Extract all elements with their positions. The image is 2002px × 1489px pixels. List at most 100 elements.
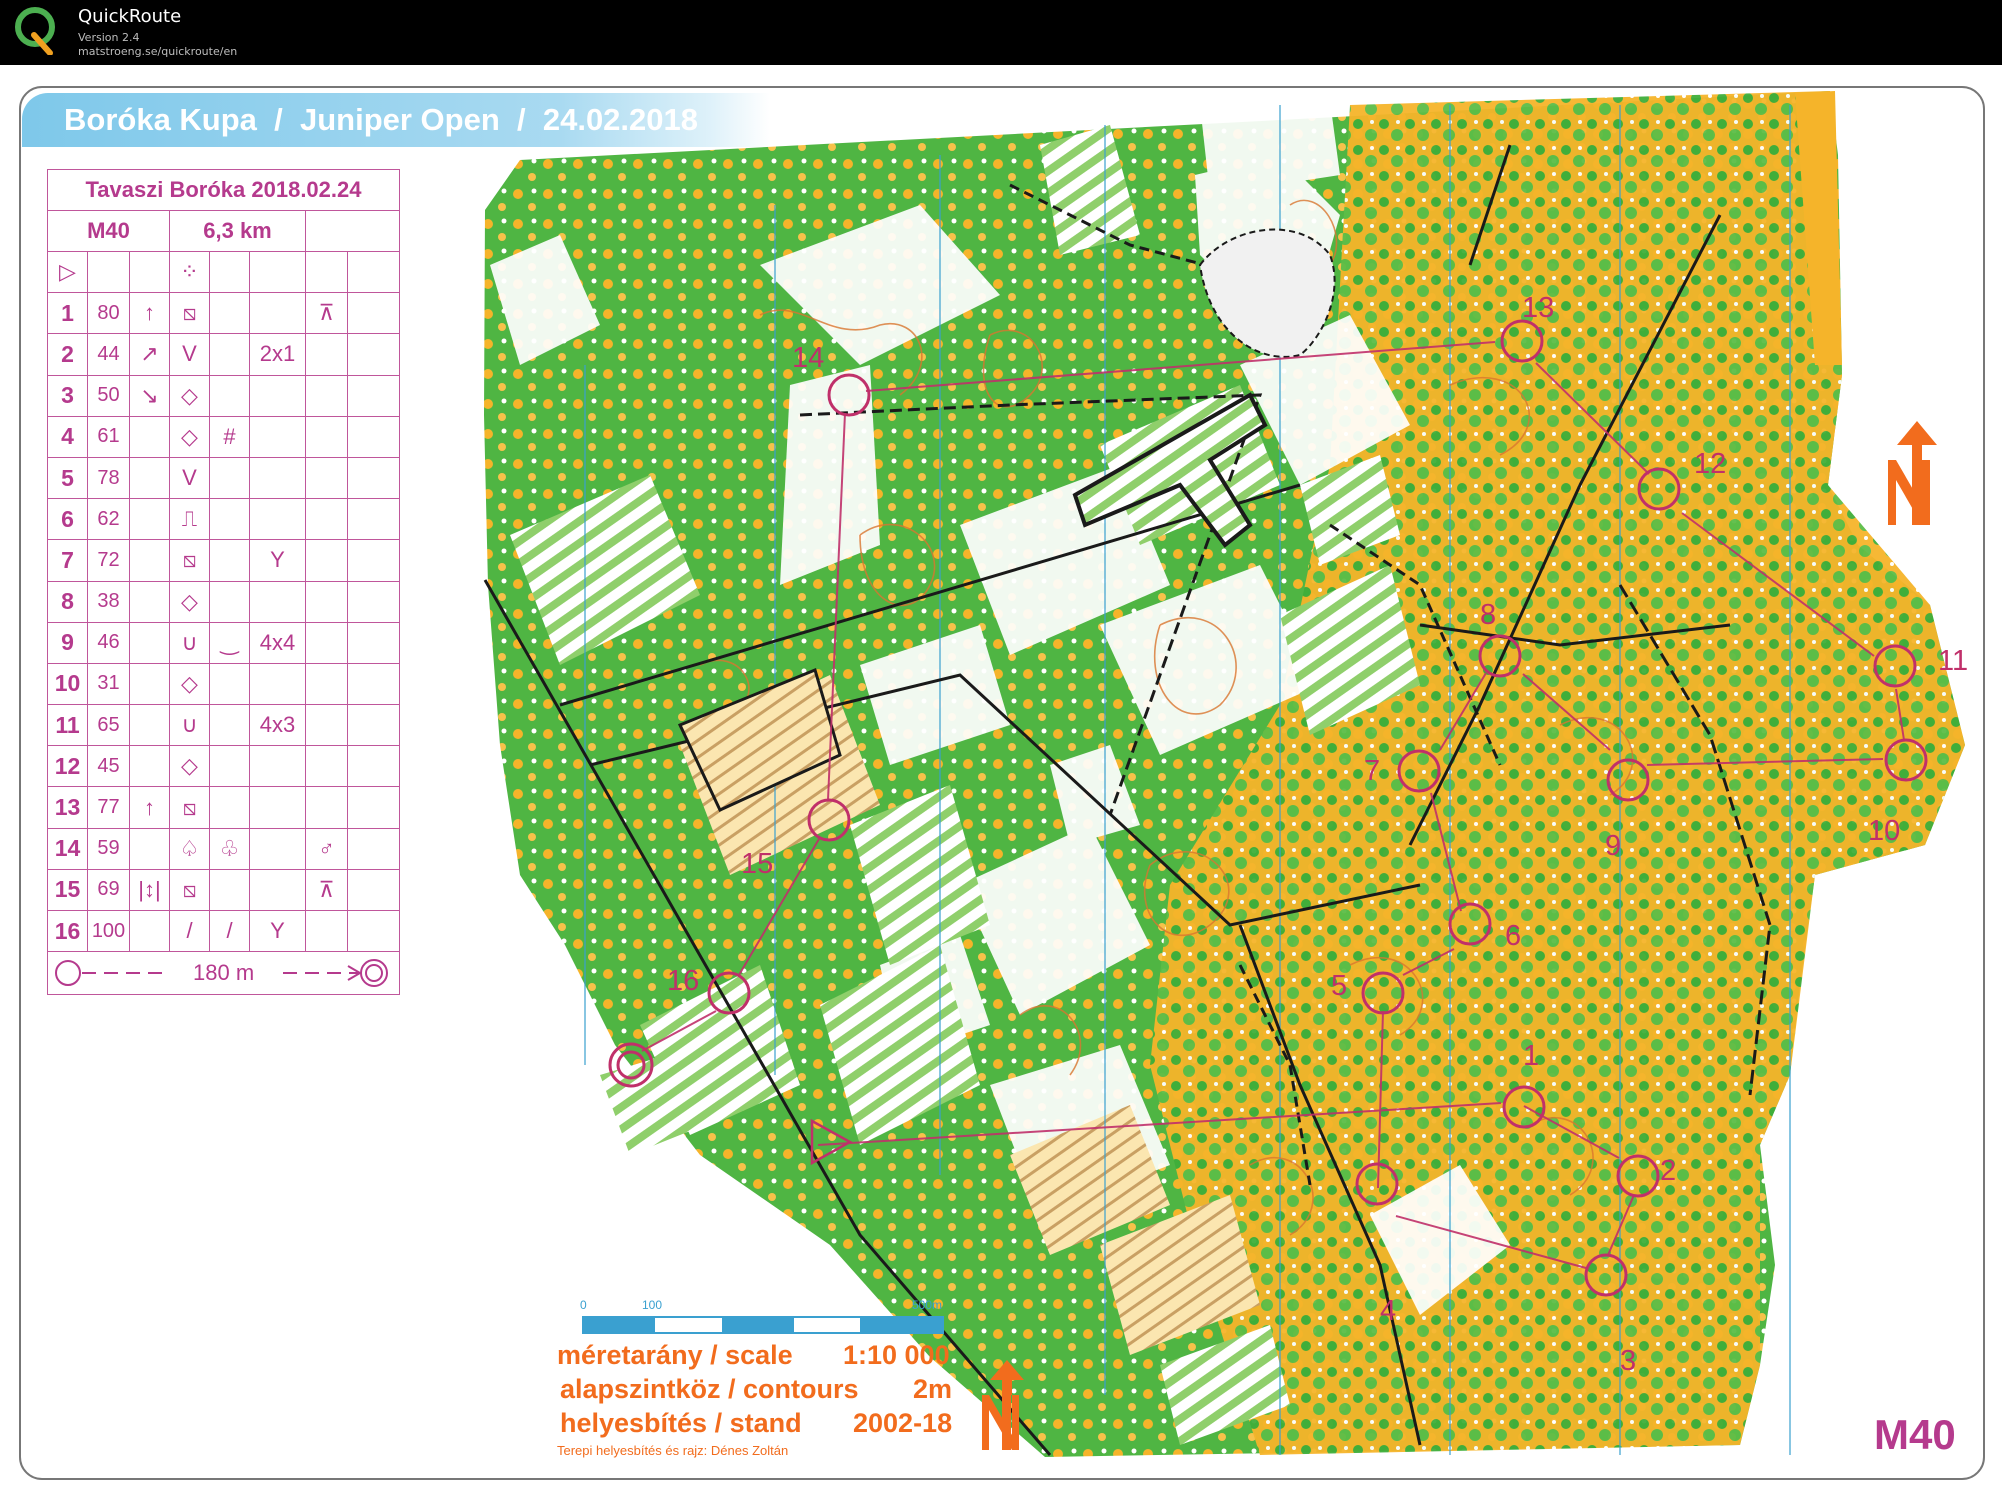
cd-control-row: 4 61 ◇ # <box>47 415 400 458</box>
cd-control-number: 8 <box>47 580 88 623</box>
cd-symbol-cell <box>129 745 170 788</box>
cd-symbol-cell <box>129 580 170 623</box>
cd-symbol-cell <box>209 745 250 788</box>
cd-control-rows: 1 80 ↑ ⧅ ⊼ 2 44 ↗ V 2x1 3 50 ↘ ◇ 4 61 ◇ #5 78 V 6 62 ⎍ 7 72 ⧅ Y 8 38… <box>47 292 400 953</box>
cd-symbol-cell <box>347 333 400 376</box>
cd-symbol-cell <box>209 704 250 747</box>
cd-control-number: 7 <box>47 539 88 582</box>
control-9-label: 9 <box>1605 830 1622 862</box>
cd-symbol-cell <box>347 868 400 912</box>
cd-symbol-cell <box>129 498 170 541</box>
cd-control-row: 1 80 ↑ ⧅ ⊼ <box>47 292 400 335</box>
cd-symbol-cell <box>209 333 250 376</box>
cd-symbol-cell <box>347 374 400 417</box>
cd-symbol-cell: ↑ <box>129 292 170 335</box>
app-title-bar: QuickRoute Version 2.4 matstroeng.se/qui… <box>0 0 2002 65</box>
control-16-label: 16 <box>667 965 700 997</box>
start-triangle-icon: ▷ <box>47 250 88 294</box>
cd-symbol-cell <box>129 539 170 582</box>
cd-symbol-cell <box>209 292 250 335</box>
control-5-label: 5 <box>1331 970 1348 1002</box>
cd-symbol-cell <box>347 745 400 788</box>
cd-symbol-cell: ⎍ <box>169 498 210 541</box>
cd-control-number: 15 <box>47 868 88 912</box>
legend-contours-value: 2m <box>913 1374 953 1404</box>
cd-symbol-cell: Y <box>249 539 306 582</box>
event-banner-title: Boróka Kupa / Juniper Open / 24.02.2018 <box>64 102 699 137</box>
cd-symbol-cell: Y <box>249 909 306 953</box>
cd-symbol-cell <box>347 621 400 664</box>
cd-control-row: 9 46 ∪ ‿ 4x4 <box>47 621 400 664</box>
cd-course-row: M40 6,3 km <box>47 210 400 252</box>
cd-symbol-cell: ⧅ <box>169 292 210 335</box>
scale-tick-500m: 500m <box>912 1298 942 1312</box>
map-sheet[interactable]: 0 100 500m Boróka Kupa / Juniper Open / … <box>0 65 2002 1489</box>
cd-symbol-cell <box>209 786 250 829</box>
cd-symbol-cell: ◇ <box>169 374 210 417</box>
cd-control-code: 72 <box>87 539 130 582</box>
control-11-label: 11 <box>1938 645 1969 677</box>
cd-symbol-cell <box>249 786 306 829</box>
cd-symbol-cell <box>129 621 170 664</box>
cd-symbol-cell: # <box>209 415 250 458</box>
cd-control-number: 9 <box>47 621 88 664</box>
control-2-label: 2 <box>1660 1155 1677 1187</box>
control-15-label: 15 <box>741 848 774 880</box>
cd-symbol-cell <box>209 580 250 623</box>
legend-mapper-credit: Terepi helyesbítés és rajz: Dénes Zoltán <box>557 1443 789 1458</box>
cd-symbol-cell <box>347 498 400 541</box>
cd-control-number: 11 <box>47 704 88 747</box>
control-6-label: 6 <box>1505 920 1522 952</box>
cd-symbol-cell <box>305 662 348 706</box>
legend-stand-label: helyesbítés / stand <box>560 1408 802 1438</box>
cd-symbol-cell <box>249 498 306 541</box>
cd-control-number: 1 <box>47 292 88 335</box>
cd-symbol-cell: ◇ <box>169 580 210 623</box>
cd-control-row: 8 38 ◇ <box>47 580 400 623</box>
scale-tick-100: 100 <box>642 1298 662 1312</box>
cd-symbol-cell <box>209 539 250 582</box>
control-7-label: 7 <box>1364 755 1381 787</box>
cd-symbol-cell <box>129 415 170 458</box>
control-10-label: 10 <box>1868 815 1901 847</box>
cd-control-row: 16 100// Y <box>47 909 400 953</box>
cd-symbol-cell <box>209 868 250 912</box>
cd-control-code: 38 <box>87 580 130 623</box>
cd-control-row: 11 65 ∪ 4x3 <box>47 704 400 747</box>
cd-symbol-cell <box>209 662 250 706</box>
cd-symbol-cell <box>347 580 400 623</box>
cd-control-row: 7 72 ⧅ Y <box>47 539 400 582</box>
start-feature-icon: ⁘ <box>169 250 210 294</box>
cd-symbol-cell <box>305 498 348 541</box>
event-banner: Boróka Kupa / Juniper Open / 24.02.2018 <box>22 93 770 147</box>
cd-symbol-cell <box>305 415 348 458</box>
cd-symbol-cell <box>249 374 306 417</box>
cd-symbol-cell: ⧅ <box>169 539 210 582</box>
cd-event-row: Tavaszi Boróka 2018.02.24 <box>47 169 400 211</box>
legend-scale-label: méretarány / scale <box>557 1340 793 1370</box>
cd-symbol-cell <box>347 827 400 870</box>
cd-control-row: 14 59 ♤ ♧ ♂ <box>47 827 400 870</box>
cd-symbol-cell <box>209 374 250 417</box>
cd-control-code: 62 <box>87 498 130 541</box>
cd-control-row: 2 44 ↗ V 2x1 <box>47 333 400 376</box>
cd-course-length: 6,3 km <box>169 210 306 252</box>
cd-symbol-cell: ◇ <box>169 662 210 706</box>
cd-symbol-cell <box>249 580 306 623</box>
cd-control-number: 13 <box>47 786 88 829</box>
cd-symbol-cell <box>347 539 400 582</box>
cd-control-row: 13 77 ↑ ⧅ <box>47 786 400 829</box>
cd-control-code: 65 <box>87 704 130 747</box>
cd-symbol-cell: ↘ <box>129 374 170 417</box>
quickroute-logo-icon <box>15 7 55 55</box>
cd-symbol-cell: ⧅ <box>169 786 210 829</box>
cd-control-number: 6 <box>47 498 88 541</box>
cd-symbol-cell <box>347 662 400 706</box>
legend-stand-value: 2002-18 <box>853 1408 953 1438</box>
app-title: QuickRoute <box>78 6 182 27</box>
north-arrow-icon <box>1888 421 1937 525</box>
control-3-label: 3 <box>1620 1345 1637 1377</box>
cd-symbol-cell: ∪ <box>169 621 210 664</box>
cd-symbol-cell <box>305 621 348 664</box>
finish-distance: 180 m <box>193 960 255 986</box>
